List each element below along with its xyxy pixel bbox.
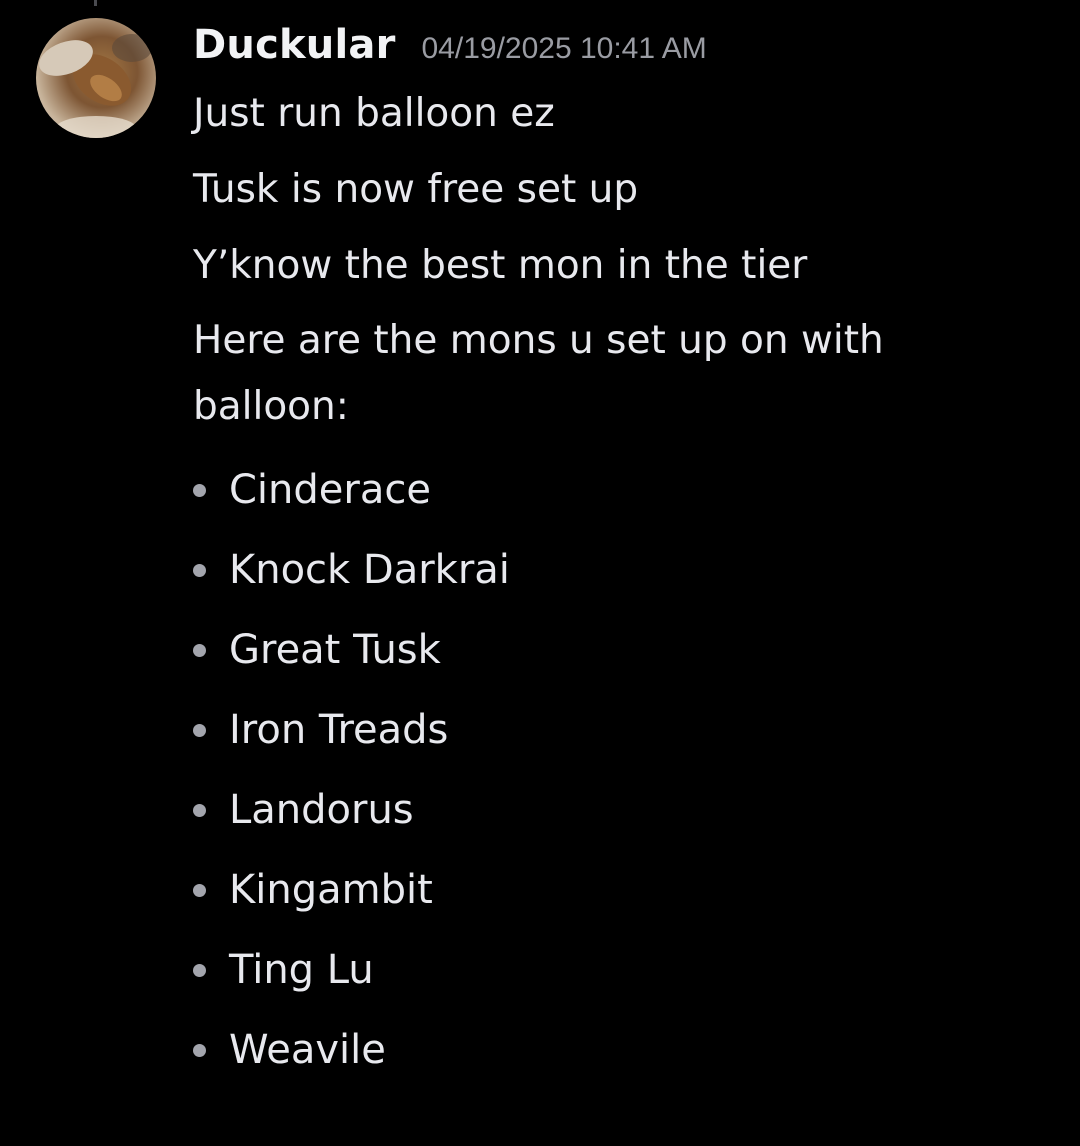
message-header: Duckular 04/19/2025 10:41 AM [193,22,1033,80]
list-item: Iron Treads [193,690,1033,770]
bullet-icon [193,563,206,577]
list-item: Kingambit [193,850,1033,930]
message-line: Y’know the best mon in the tier [193,243,808,288]
bullet-icon [193,643,206,657]
bullet-icon [193,883,206,897]
message-line: Just run balloon ez [193,91,555,136]
list-item-label: Ting Lu [229,947,374,993]
list-item: Knock Darkrai [193,530,1033,610]
list-item-label: Kingambit [229,867,433,913]
list-item: Great Tusk [193,610,1033,690]
list-item: Landorus [193,770,1033,850]
avatar-image [39,34,152,138]
list-item-label: Knock Darkrai [229,547,510,593]
list-item-label: Weavile [229,1027,386,1073]
timestamp: 04/19/2025 10:41 AM [421,32,707,65]
bullet-icon [193,483,206,497]
list-item-label: Landorus [229,787,414,833]
bullet-list: Cinderace Knock Darkrai Great Tusk Iron … [193,450,1033,1090]
bullet-icon [193,723,206,737]
username[interactable]: Duckular [193,22,396,68]
divider-tick [94,0,97,6]
bullet-icon [193,1043,206,1057]
list-item: Cinderace [193,450,1033,530]
list-item: Ting Lu [193,930,1033,1010]
message-line: Tusk is now free set up [193,167,639,212]
bullet-icon [193,803,206,817]
list-item-label: Cinderace [229,467,431,513]
list-item: Weavile [193,1010,1033,1090]
list-item-label: Iron Treads [229,707,449,753]
list-item-label: Great Tusk [229,627,441,673]
bullet-icon [193,963,206,977]
avatar[interactable] [36,18,156,138]
message-line: Here are the mons u set up on with ballo… [193,318,884,429]
chat-message: Duckular 04/19/2025 10:41 AM Just run ba… [193,22,1033,1090]
